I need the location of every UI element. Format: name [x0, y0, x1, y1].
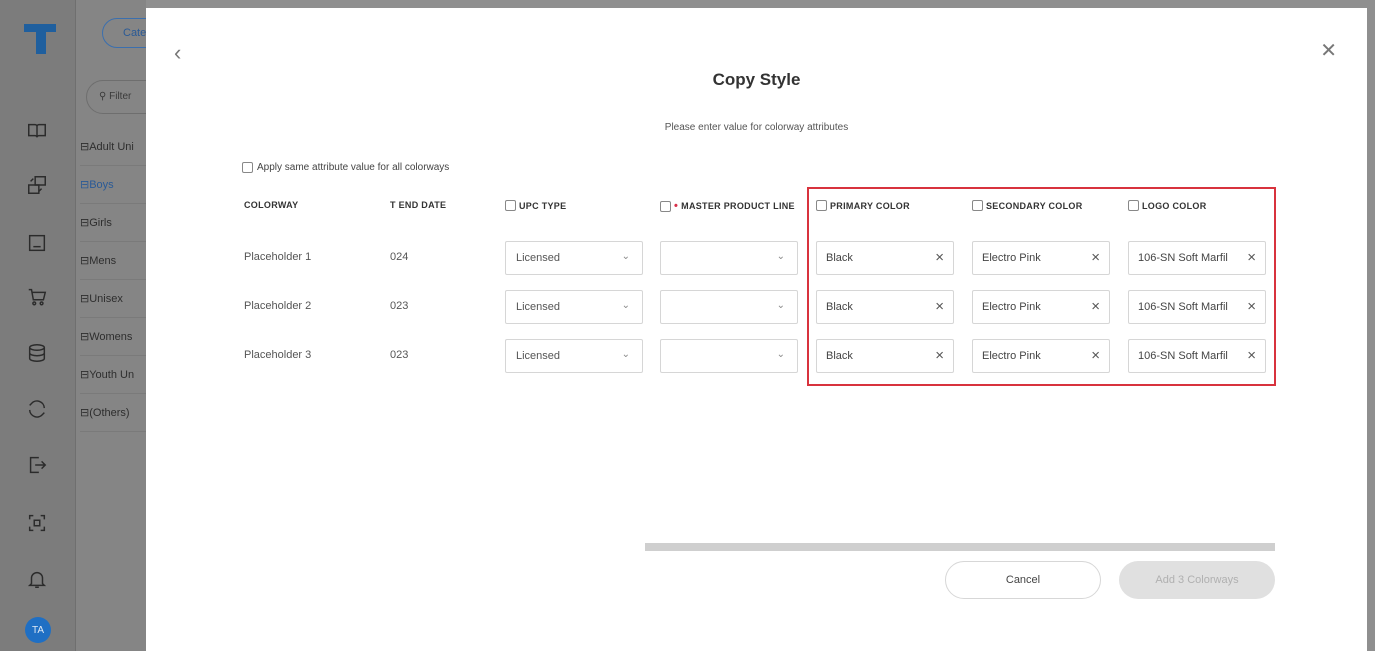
chevron-down-icon: ⌄ — [621, 251, 630, 262]
bell-icon[interactable] — [24, 566, 50, 592]
tree-item[interactable]: ⊟Womens — [80, 318, 146, 356]
tree-item[interactable]: ⊟Boys — [80, 166, 146, 204]
upc-type-select[interactable]: Licensed ⌄ — [505, 339, 643, 373]
search-icon: ⚲ — [99, 91, 110, 102]
column-header-colorway: COLORWAY — [244, 200, 299, 210]
book-icon[interactable] — [24, 118, 50, 144]
column-header-upc-type: UPC TYPE — [505, 200, 566, 211]
cancel-button[interactable]: Cancel — [945, 561, 1101, 599]
chevron-down-icon: ⌄ — [621, 349, 630, 360]
tree-item[interactable]: ⊟Adult Uni — [80, 128, 146, 166]
tree-item[interactable]: ⊟(Others) — [80, 394, 146, 432]
chevron-down-icon: ⌄ — [776, 300, 785, 311]
image-sync-icon[interactable] — [24, 172, 50, 198]
column-header-end-date: T END DATE — [390, 200, 447, 210]
master-product-line-select[interactable]: ⌄ — [660, 339, 798, 373]
refresh-icon[interactable] — [24, 396, 50, 422]
tree-item[interactable]: ⊟Girls — [80, 204, 146, 242]
add-colorways-button[interactable]: Add 3 Colorways — [1119, 561, 1275, 599]
dialog-title: Copy Style — [712, 70, 801, 89]
dialog-subtitle: Please enter value for colorway attribut… — [664, 122, 849, 133]
upc-type-select[interactable]: Licensed ⌄ — [505, 290, 643, 324]
master-product-line-select[interactable]: ⌄ — [660, 241, 798, 275]
master-product-line-select[interactable]: ⌄ — [660, 290, 798, 324]
chevron-down-icon: ⌄ — [776, 349, 785, 360]
back-chevron-icon[interactable]: ‹ — [174, 40, 181, 66]
master-product-line-checkbox[interactable] — [660, 200, 671, 212]
column-header-master-product-line: • MASTER PRODUCT LINE — [660, 200, 795, 212]
end-date-value: 023 — [390, 349, 409, 361]
highlight-box — [807, 187, 1276, 386]
database-icon[interactable] — [24, 340, 50, 366]
apply-all-checkbox[interactable]: Apply same attribute value for all color… — [242, 162, 449, 173]
brand-logo-icon — [24, 24, 56, 54]
colorway-name: Placeholder 3 — [244, 349, 312, 361]
required-marker: • — [674, 200, 679, 212]
end-date-value: 023 — [390, 300, 409, 312]
copy-style-dialog: ‹ ✕ Copy Style Please enter value for co… — [146, 8, 1367, 651]
chevron-down-icon: ⌄ — [776, 251, 785, 262]
avatar[interactable]: TA — [25, 617, 51, 643]
close-icon[interactable]: ✕ — [1320, 38, 1337, 63]
colorway-name: Placeholder 1 — [244, 251, 312, 263]
chevron-down-icon: ⌄ — [621, 300, 630, 311]
tree-item[interactable]: ⊟Mens — [80, 242, 146, 280]
checkbox[interactable] — [242, 162, 253, 173]
category-panel: Categ ⚲ Filter ⊟Adult Uni ⊟Boys ⊟Girls ⊟… — [76, 0, 146, 651]
app-sidebar: TA — [0, 0, 76, 651]
tree-item[interactable]: ⊟Unisex — [80, 280, 146, 318]
cart-icon[interactable] — [24, 284, 50, 310]
apply-all-label: Apply same attribute value for all color… — [257, 162, 450, 173]
upc-type-checkbox[interactable] — [505, 200, 516, 211]
tree-item[interactable]: ⊟Youth Un — [80, 356, 146, 394]
horizontal-scrollbar[interactable] — [645, 543, 1275, 551]
scan-icon[interactable] — [24, 510, 50, 536]
end-date-value: 024 — [390, 251, 409, 263]
category-filter-button[interactable]: Categ — [102, 18, 146, 48]
colorway-name: Placeholder 2 — [244, 300, 312, 312]
upc-type-select[interactable]: Licensed ⌄ — [505, 241, 643, 275]
monitor-icon[interactable] — [24, 230, 50, 256]
export-icon[interactable] — [24, 452, 50, 478]
filter-input[interactable]: ⚲ Filter — [86, 80, 146, 114]
filter-placeholder: Filter — [109, 91, 132, 102]
